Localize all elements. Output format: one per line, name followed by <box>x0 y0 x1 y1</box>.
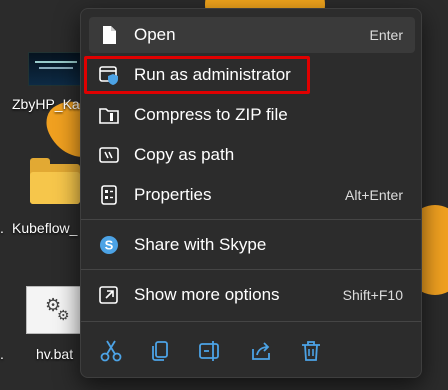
copy-icon[interactable] <box>149 339 173 363</box>
rename-icon[interactable] <box>198 339 222 363</box>
truncation-mark: . <box>0 346 4 362</box>
menu-item-compress-zip[interactable]: Compress to ZIP file <box>89 97 415 133</box>
menu-separator <box>81 321 421 322</box>
desktop-icon-label: ZbyHP_Ka <box>12 96 80 112</box>
file-icon <box>99 25 119 45</box>
context-menu: Open Enter Run as administrator Compress… <box>80 8 422 378</box>
skype-icon: S <box>99 235 119 255</box>
menu-item-label: Copy as path <box>134 145 235 164</box>
menu-item-shortcut: Enter <box>369 27 403 43</box>
properties-icon <box>99 185 119 205</box>
menu-item-properties[interactable]: Properties Alt+Enter <box>89 177 415 213</box>
zip-folder-icon <box>99 105 119 125</box>
menu-item-label: Show more options <box>134 285 280 304</box>
menu-item-label: Open <box>134 25 176 44</box>
menu-separator <box>81 219 421 220</box>
menu-item-share-skype[interactable]: S Share with Skype <box>89 227 415 263</box>
menu-item-shortcut: Shift+F10 <box>342 287 403 303</box>
share-icon[interactable] <box>249 339 273 363</box>
truncation-mark: . <box>0 220 4 236</box>
menu-item-show-more-options[interactable]: Show more options Shift+F10 <box>89 277 415 313</box>
delete-icon[interactable] <box>299 339 323 363</box>
menu-item-shortcut: Alt+Enter <box>345 187 403 203</box>
menu-item-label: Properties <box>134 185 212 204</box>
desktop-icon-label: Kubeflow_ <box>12 220 78 236</box>
menu-item-label: Compress to ZIP file <box>134 105 288 124</box>
menu-separator <box>81 269 421 270</box>
menu-toolbar <box>81 331 421 371</box>
menu-item-label: Share with Skype <box>134 235 267 254</box>
svg-text:S: S <box>105 238 114 253</box>
folder-icon <box>30 158 80 204</box>
cut-icon[interactable] <box>99 339 123 363</box>
highlight-box <box>84 56 310 94</box>
batch-file-icon: ⚙ ⚙ <box>26 286 82 334</box>
menu-item-open[interactable]: Open Enter <box>89 17 415 53</box>
path-icon <box>99 145 119 165</box>
more-options-icon <box>99 285 119 305</box>
menu-item-copy-as-path[interactable]: Copy as path <box>89 137 415 173</box>
desktop-icon-label: hv.bat <box>36 346 74 362</box>
image-thumbnail-icon <box>28 52 84 86</box>
